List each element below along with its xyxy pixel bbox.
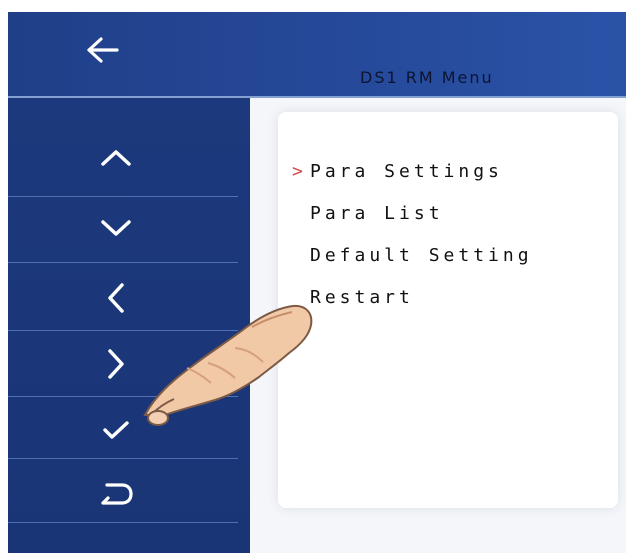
menu-item-restart[interactable]: Restart xyxy=(292,276,533,318)
menu-item-label: Para List xyxy=(310,202,444,224)
menu-list: > Para Settings Para List Default Settin… xyxy=(292,150,533,318)
top-bar: DS1 RM Menu xyxy=(8,12,626,96)
sidebar-divider xyxy=(8,522,238,523)
return-button[interactable] xyxy=(90,474,142,514)
back-button[interactable] xyxy=(78,30,126,70)
menu-item-para-list[interactable]: Para List xyxy=(292,192,533,234)
return-icon xyxy=(101,483,133,505)
sidebar-divider xyxy=(8,330,238,331)
menu-item-label: Para Settings xyxy=(310,160,503,182)
chevron-left-icon xyxy=(108,283,124,313)
sidebar-divider xyxy=(8,396,238,397)
menu-item-label: Restart xyxy=(310,286,414,308)
arrow-left-icon xyxy=(87,37,119,63)
selection-indicator: > xyxy=(292,160,303,182)
confirm-button[interactable] xyxy=(90,410,142,450)
sidebar-divider xyxy=(8,196,238,197)
menu-item-label: Default Setting xyxy=(310,244,533,266)
chevron-right-icon xyxy=(108,349,124,379)
chevron-down-icon xyxy=(101,220,131,236)
checkmark-icon xyxy=(103,421,129,439)
down-button[interactable] xyxy=(90,208,142,248)
up-button[interactable] xyxy=(90,138,142,178)
menu-item-default-setting[interactable]: Default Setting xyxy=(292,234,533,276)
right-button[interactable] xyxy=(90,344,142,384)
menu-title: DS1 RM Menu xyxy=(360,68,494,87)
chevron-up-icon xyxy=(101,150,131,166)
sidebar-divider xyxy=(8,262,238,263)
sidebar-divider xyxy=(8,458,238,459)
menu-item-para-settings[interactable]: > Para Settings xyxy=(292,150,533,192)
navigation-sidebar xyxy=(8,98,250,553)
left-button[interactable] xyxy=(90,278,142,318)
